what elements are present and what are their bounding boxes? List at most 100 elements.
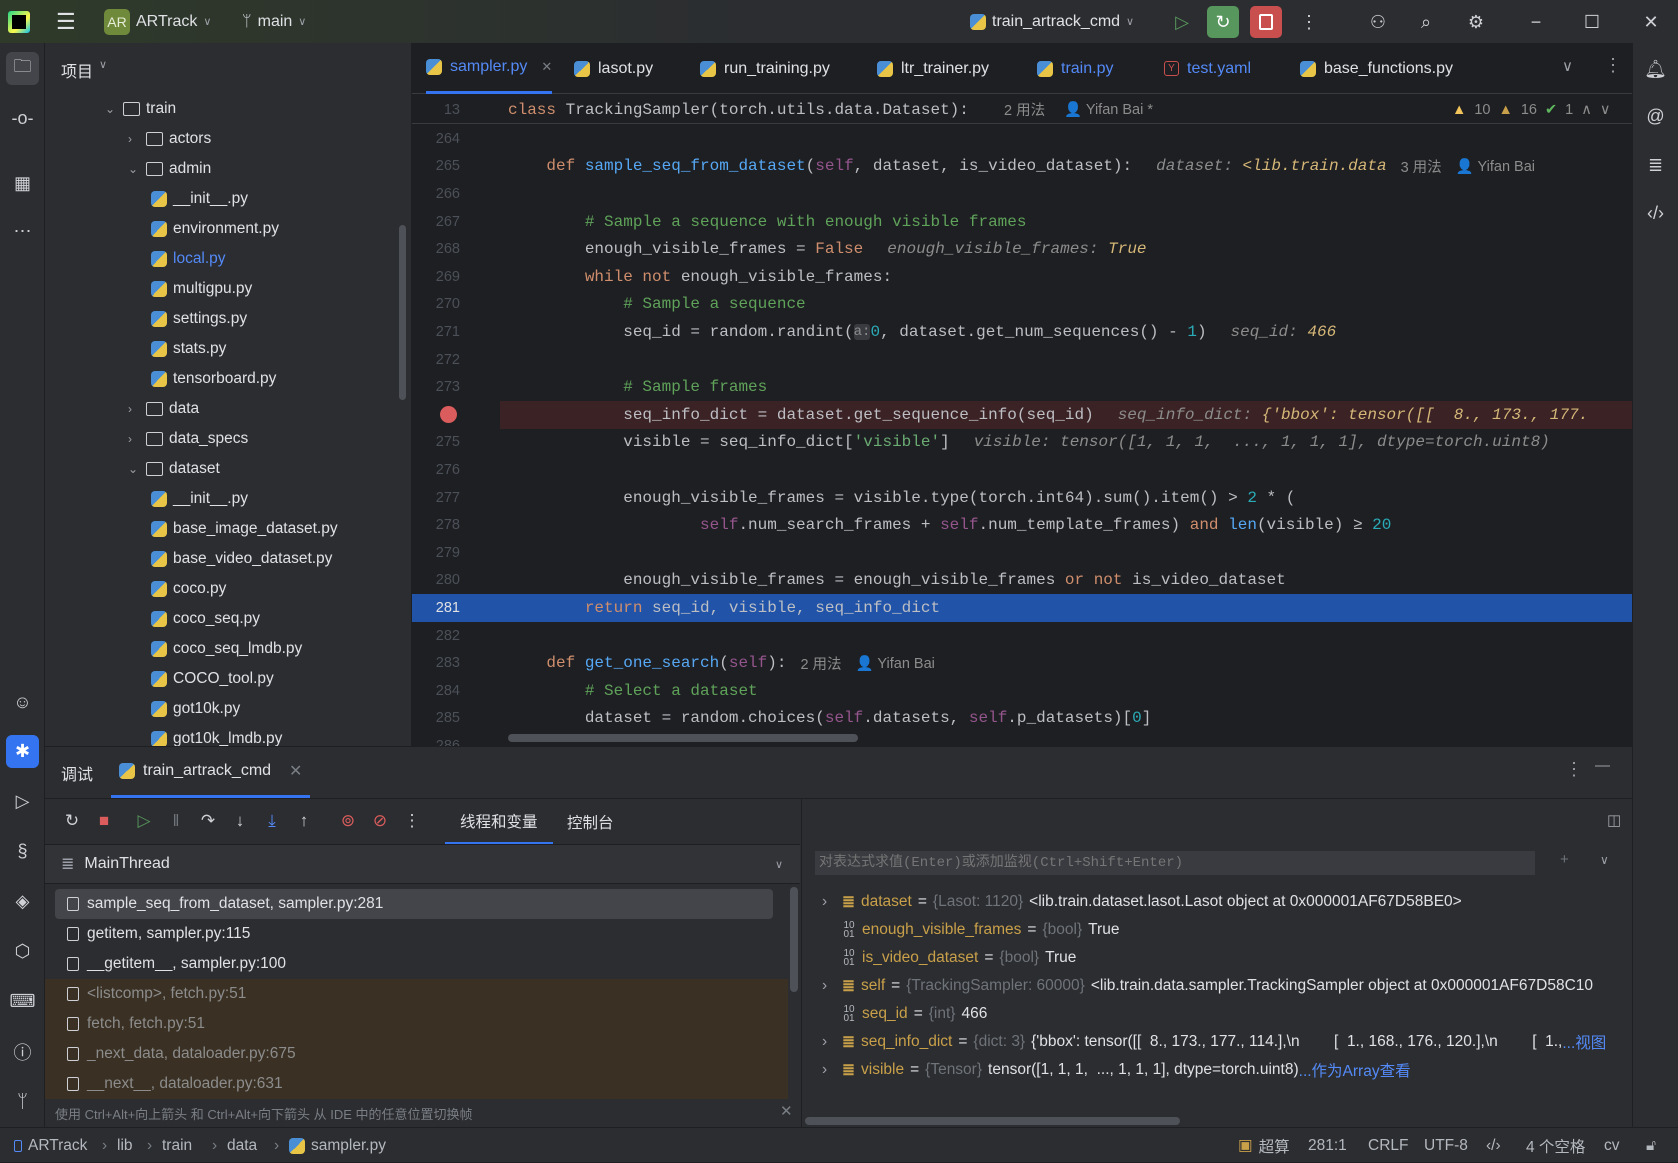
- search-icon[interactable]: ⌕: [1410, 6, 1442, 38]
- stack-frame[interactable]: getitem, sampler.py:115: [55, 919, 773, 949]
- database-icon[interactable]: ≣: [1639, 149, 1672, 182]
- layout-icon[interactable]: ◫: [1607, 811, 1621, 829]
- tree-item[interactable]: base_image_dataset.py: [151, 514, 338, 544]
- code-line[interactable]: 278 self .num_search_frames + self .num_te…: [412, 511, 1632, 539]
- project-panel-header[interactable]: 项目 ∨: [61, 58, 107, 82]
- variable-view-link[interactable]: ...视图: [1562, 1031, 1606, 1053]
- tree-item[interactable]: coco.py: [151, 574, 226, 604]
- copilot-icon[interactable]: ☺: [6, 686, 39, 719]
- variable-row[interactable]: 10 01 seq_id = {int} 466: [822, 999, 987, 1029]
- tab-lasot-py[interactable]: lasot.py: [574, 43, 653, 94]
- tree-item[interactable]: COCO_tool.py: [151, 664, 274, 694]
- code-line[interactable]: 281 return seq_id, visible, seq_info_dic…: [412, 594, 1632, 622]
- code-line[interactable]: 266: [412, 180, 1632, 208]
- tree-item[interactable]: ⌄ admin: [128, 154, 211, 184]
- expand-chevron-icon[interactable]: ›: [822, 977, 836, 995]
- tab-threads-variables[interactable]: 线程和变量: [445, 799, 553, 845]
- prev-highlight-icon[interactable]: ∧: [1581, 102, 1592, 118]
- tab-more-icon[interactable]: ⋮: [1604, 55, 1622, 76]
- tab-base_functions-py[interactable]: base_functions.py: [1300, 43, 1453, 94]
- code-line[interactable]: 273 # Sample frames: [412, 373, 1632, 401]
- code-style-icon[interactable]: ‹/›: [1486, 1128, 1501, 1163]
- tree-scrollbar[interactable]: [399, 225, 406, 400]
- more-icon[interactable]: ⋮: [1565, 759, 1583, 780]
- code-line[interactable]: 280 enough_visible_frames = enough_visib…: [412, 567, 1632, 595]
- frames-scrollbar[interactable]: [790, 887, 798, 992]
- tree-item[interactable]: __init__.py: [151, 484, 248, 514]
- file-encoding[interactable]: UTF-8: [1424, 1128, 1468, 1163]
- code-line[interactable]: seq_info_dict = dataset.get_sequence_inf…: [412, 401, 1632, 429]
- rerun-icon[interactable]: ↻: [59, 808, 85, 834]
- variable-row[interactable]: › ≣ seq_info_dict = {dict: 3} {'bbox': tensor…: [822, 1027, 1606, 1057]
- indent-setting[interactable]: 4 个空格: [1526, 1128, 1585, 1163]
- breadcrumb-item[interactable]: train: [162, 1128, 192, 1163]
- code-line[interactable]: 284 # Select a dataset: [412, 677, 1632, 705]
- code-line[interactable]: 283 def get_one_search(self): 2 用法 👤 Yifan…: [412, 649, 1632, 677]
- resume-icon[interactable]: ▷: [1166, 6, 1198, 38]
- mute-breakpoints-icon[interactable]: ⊘: [367, 808, 393, 834]
- variable-view-link[interactable]: ...作为Array查看: [1299, 1059, 1411, 1081]
- tree-item[interactable]: settings.py: [151, 304, 247, 334]
- rerun-debug-button[interactable]: ↻: [1207, 6, 1239, 38]
- more-tools-icon[interactable]: ⋯: [6, 215, 39, 248]
- view-breakpoints-icon[interactable]: ⊚: [335, 808, 361, 834]
- notifications-icon[interactable]: 🔔︎: [1639, 53, 1672, 86]
- tree-item[interactable]: › actors: [128, 124, 211, 154]
- python-interpreter[interactable]: cv: [1604, 1128, 1620, 1163]
- minimize-panel-icon[interactable]: —: [1595, 757, 1610, 774]
- tree-item[interactable]: › data: [128, 394, 199, 424]
- tree-item[interactable]: got10k.py: [151, 694, 240, 724]
- debug-session-tab[interactable]: train_artrack_cmd ✕: [111, 747, 311, 798]
- stack-frame[interactable]: __getitem__, sampler.py:100: [55, 949, 773, 979]
- resume-program-icon[interactable]: ▷: [131, 808, 157, 834]
- code-line[interactable]: 270 # Sample a sequence: [412, 291, 1632, 319]
- close-hint-icon[interactable]: ✕: [780, 1102, 793, 1120]
- close-icon[interactable]: ✕: [289, 761, 302, 781]
- chevron-down-icon[interactable]: ∨: [1600, 853, 1609, 867]
- usages-hint[interactable]: 3 用法: [1401, 156, 1442, 177]
- breadcrumb-item[interactable]: sampler.py: [289, 1128, 386, 1163]
- add-watch-icon[interactable]: +: [1560, 851, 1569, 868]
- chevron-down-icon[interactable]: ⌄: [128, 462, 140, 476]
- tree-item[interactable]: tensorboard.py: [151, 364, 276, 394]
- tree-item[interactable]: __init__.py: [151, 184, 248, 214]
- stack-frame[interactable]: sample_seq_from_dataset, sampler.py:281: [55, 889, 773, 919]
- code-line[interactable]: 264: [412, 125, 1632, 153]
- stack-frame[interactable]: _next_data, dataloader.py:675: [55, 1039, 773, 1069]
- next-highlight-icon[interactable]: ∨: [1600, 102, 1611, 118]
- tree-item[interactable]: local.py: [151, 244, 226, 274]
- code-line[interactable]: 268 enough_visible_frames = False enough_…: [412, 235, 1632, 263]
- code-line[interactable]: 271 seq_id = random.randint(a: 0, dataset…: [412, 318, 1632, 346]
- variable-row[interactable]: › ≣ dataset = {Lasot: 1120} <lib.train.datase…: [822, 887, 1462, 917]
- variables-h-scrollbar[interactable]: [805, 1117, 1180, 1125]
- minimize-button[interactable]: −: [1520, 6, 1552, 38]
- breadcrumb-item[interactable]: data: [227, 1128, 257, 1163]
- stack-frame[interactable]: fetch, fetch.py:51: [55, 1009, 773, 1039]
- code-line[interactable]: 265 def sample_seq_from_dataset(self, da…: [412, 153, 1632, 181]
- breadcrumb-item[interactable]: lib: [117, 1128, 133, 1163]
- tab-train-py[interactable]: train.py: [1037, 43, 1113, 94]
- structure-icon[interactable]: ▦: [6, 167, 39, 200]
- python-console-icon[interactable]: §: [6, 835, 39, 868]
- step-over-icon[interactable]: ↷: [195, 808, 221, 834]
- debug-tool-icon[interactable]: ✱: [6, 735, 39, 768]
- code-line[interactable]: 276: [412, 456, 1632, 484]
- expand-chevron-icon[interactable]: ›: [822, 1033, 836, 1051]
- variable-row[interactable]: › ≣ visible = {Tensor} tensor([1, 1, 1, ..., …: [822, 1055, 1411, 1085]
- tab-ltr_trainer-py[interactable]: ltr_trainer.py: [877, 43, 989, 94]
- variable-row[interactable]: › ≣ self = {TrackingSampler: 60000} <lib.trai…: [822, 971, 1593, 1001]
- variable-row[interactable]: 10 01 enough_visible_frames = {bool} True: [822, 915, 1119, 945]
- code-editor[interactable]: 13 class TrackingSampler(torch.utils.dat…: [412, 94, 1632, 746]
- problems-icon[interactable]: ⓘ: [6, 1035, 39, 1068]
- ai-assistant-icon[interactable]: @: [1639, 100, 1672, 133]
- close-tab-icon[interactable]: ✕: [541, 59, 552, 75]
- tab-sampler-py[interactable]: sampler.py ✕: [426, 43, 553, 94]
- step-into-my-code-icon[interactable]: ⤓: [259, 808, 285, 834]
- services-icon[interactable]: ⬡: [6, 935, 39, 968]
- tree-item[interactable]: ⌄ train: [105, 94, 176, 124]
- tab-run_training-py[interactable]: run_training.py: [700, 43, 830, 94]
- expand-chevron-icon[interactable]: ›: [822, 893, 836, 911]
- chevron-right-icon[interactable]: ›: [128, 432, 140, 446]
- code-line[interactable]: 275 visible = seq_info_dict['visible'] vi…: [412, 429, 1632, 457]
- pycharm-logo[interactable]: [8, 0, 30, 43]
